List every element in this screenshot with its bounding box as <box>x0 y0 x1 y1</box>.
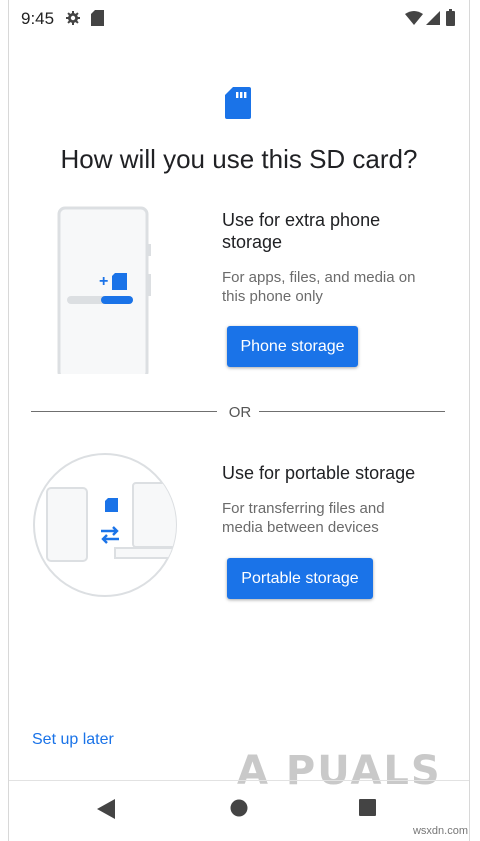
phone-option-title-line2: storage <box>222 232 283 252</box>
signal-icon <box>426 11 440 25</box>
status-bar: 9:45 <box>9 0 469 36</box>
watermark-site: wsxdn.com <box>412 825 468 837</box>
navigation-bar <box>9 780 469 837</box>
svg-text:+: + <box>99 273 108 290</box>
portable-option-title: Use for portable storage <box>222 463 416 483</box>
phone-option-desc-line1: For apps, files, and media on <box>222 269 416 286</box>
portable-storage-button[interactable]: Portable storage <box>227 558 373 599</box>
battery-icon <box>446 9 455 26</box>
phone-storage-button[interactable]: Phone storage <box>227 326 358 367</box>
phone-storage-illustration: + <box>57 206 151 374</box>
phone-option-title-line1: Use for extra phone <box>222 210 381 230</box>
screen: 9:45 How will you use this SD card? + Us… <box>8 0 470 841</box>
wifi-icon <box>405 11 423 25</box>
sd-card-icon <box>91 10 104 26</box>
portable-storage-illustration <box>33 453 177 597</box>
set-up-later-link[interactable]: Set up later <box>32 731 114 749</box>
gear-icon <box>66 11 80 25</box>
portable-option-desc-line2: media between devices <box>222 519 379 536</box>
back-icon[interactable] <box>97 799 115 819</box>
status-time: 9:45 <box>21 9 55 28</box>
divider-or-label: OR <box>228 404 252 421</box>
portable-option-desc-line1: For transferring files and <box>222 500 385 517</box>
sd-card-icon <box>225 87 251 119</box>
portable-option-description: For transferring files and media between… <box>222 499 385 537</box>
page-title: How will you use this SD card? <box>60 144 418 174</box>
divider-right <box>259 411 445 412</box>
phone-option-description: For apps, files, and media on this phone… <box>222 268 415 306</box>
recents-icon[interactable] <box>359 799 376 816</box>
phone-option-title: Use for extra phone storage <box>222 209 380 253</box>
home-icon[interactable] <box>230 799 248 817</box>
divider-left <box>31 411 217 412</box>
phone-option-desc-line2: this phone only <box>222 288 323 305</box>
